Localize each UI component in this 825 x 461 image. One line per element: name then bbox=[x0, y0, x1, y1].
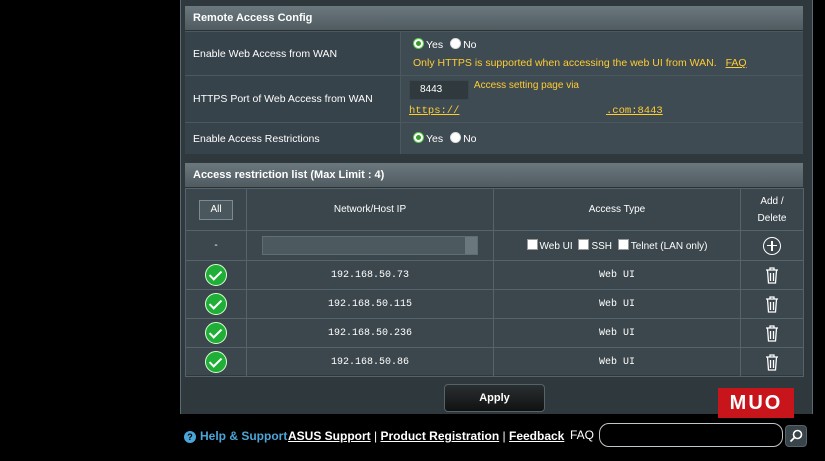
faq-link[interactable]: FAQ bbox=[726, 57, 747, 69]
row-https-port: HTTPS Port of Web Access from WAN 8443 A… bbox=[185, 75, 803, 122]
radio-restrictions-yes-label: Yes bbox=[426, 133, 444, 145]
header-access-type: Access Type bbox=[493, 188, 741, 231]
section-title-remote-access: Remote Access Config bbox=[185, 6, 803, 31]
restriction-list-panel: Access restriction list (Max Limit : 4) … bbox=[185, 163, 804, 377]
radio-web-access-yes-label: Yes bbox=[426, 39, 444, 51]
help-support[interactable]: ? Help & Support bbox=[184, 429, 287, 443]
row-enabled-check-icon[interactable] bbox=[205, 351, 227, 373]
delete-trash-icon[interactable] bbox=[764, 324, 780, 342]
section-title-restriction-list: Access restriction list (Max Limit : 4) bbox=[185, 163, 803, 188]
input-row-ip-cell bbox=[246, 230, 494, 261]
product-registration-link[interactable]: Product Registration bbox=[380, 429, 499, 443]
row-enabled-check-icon[interactable] bbox=[205, 264, 227, 286]
footer-links: ASUS Support | Product Registration | Fe… bbox=[288, 429, 564, 443]
feedback-link[interactable]: Feedback bbox=[509, 429, 564, 443]
radio-web-access-no-label: No bbox=[463, 39, 477, 51]
row-type: Web UI bbox=[493, 347, 741, 377]
radio-restrictions-no-label: No bbox=[463, 133, 477, 145]
access-hint: Access setting page via bbox=[473, 80, 579, 91]
help-support-label: Help & Support bbox=[200, 429, 288, 443]
checkbox-telnet[interactable] bbox=[617, 239, 629, 250]
row-type: Web UI bbox=[493, 289, 741, 319]
asus-support-link[interactable]: ASUS Support bbox=[288, 429, 371, 443]
input-row-add-cell bbox=[740, 230, 804, 261]
table-row: 192.168.50.236 Web UI bbox=[185, 318, 804, 348]
row-web-access: Enable Web Access from WAN Yes No Only H… bbox=[185, 31, 803, 75]
row-enabled-check-icon[interactable] bbox=[205, 293, 227, 315]
search-icon bbox=[789, 429, 803, 443]
add-entry-icon[interactable] bbox=[763, 236, 781, 255]
table-row: 192.168.50.73 Web UI bbox=[185, 260, 804, 290]
remote-access-panel: Remote Access Config Enable Web Access f… bbox=[185, 6, 803, 154]
table-row: 192.168.50.115 Web UI bbox=[185, 289, 804, 319]
https-note: Only HTTPS is supported when accessing t… bbox=[413, 57, 717, 69]
ip-input[interactable] bbox=[262, 236, 478, 255]
footer-separator: | bbox=[502, 429, 506, 443]
access-url-suffix[interactable]: .com:8443 bbox=[606, 105, 663, 117]
faq-search-input[interactable] bbox=[599, 423, 783, 447]
search-button[interactable] bbox=[785, 425, 807, 447]
restriction-table: All Network/Host IP Access Type Add / De… bbox=[185, 188, 804, 377]
delete-trash-icon[interactable] bbox=[764, 266, 780, 284]
delete-trash-icon[interactable] bbox=[764, 295, 780, 313]
checkbox-ssh[interactable] bbox=[578, 239, 590, 250]
row-enabled-check-icon[interactable] bbox=[205, 322, 227, 344]
select-all-button[interactable]: All bbox=[199, 199, 233, 220]
faq-label: FAQ bbox=[570, 428, 595, 442]
help-icon: ? bbox=[184, 431, 196, 443]
checkbox-telnet-label: Telnet (LAN only) bbox=[630, 241, 708, 252]
radio-restrictions-yes[interactable] bbox=[413, 132, 424, 143]
access-url-prefix[interactable]: https:// bbox=[409, 105, 459, 117]
row-ip: 192.168.50.86 bbox=[246, 347, 494, 377]
radio-web-access-yes[interactable] bbox=[413, 38, 424, 49]
header-network-ip: Network/Host IP bbox=[246, 188, 494, 231]
header-add-delete: Add / Delete bbox=[740, 188, 804, 231]
label-https-port: HTTPS Port of Web Access from WAN bbox=[185, 76, 401, 122]
value-access-restrictions: Yes No bbox=[401, 123, 803, 154]
header-delete-label: Delete bbox=[757, 212, 787, 224]
radio-web-access-no[interactable] bbox=[450, 38, 462, 49]
input-row: - Web UI SSH Telnet (LAN only) bbox=[185, 230, 804, 261]
table-row: 192.168.50.86 Web UI bbox=[185, 347, 804, 377]
footer: ? Help & Support ASUS Support | Product R… bbox=[0, 423, 825, 447]
row-ip: 192.168.50.115 bbox=[246, 289, 494, 319]
input-row-dash: - bbox=[185, 230, 247, 261]
header-add-label: Add / bbox=[760, 195, 784, 207]
row-ip: 192.168.50.236 bbox=[246, 318, 494, 348]
https-port-input[interactable]: 8443 bbox=[409, 80, 469, 100]
row-ip: 192.168.50.73 bbox=[246, 260, 494, 290]
delete-trash-icon[interactable] bbox=[764, 353, 780, 371]
input-row-type-cell: Web UI SSH Telnet (LAN only) bbox=[493, 230, 741, 261]
label-access-restrictions: Enable Access Restrictions bbox=[185, 123, 401, 154]
row-access-restrictions: Enable Access Restrictions Yes No bbox=[185, 122, 803, 154]
apply-button[interactable]: Apply bbox=[444, 384, 545, 412]
checkbox-webui[interactable] bbox=[526, 239, 538, 250]
muo-watermark-logo: MUO bbox=[718, 388, 794, 418]
radio-restrictions-no[interactable] bbox=[450, 132, 462, 143]
value-https-port: 8443 Access setting page via https:// .c… bbox=[401, 76, 803, 122]
row-type: Web UI bbox=[493, 260, 741, 290]
table-header-row: All Network/Host IP Access Type Add / De… bbox=[185, 188, 804, 231]
ip-input-spinner[interactable] bbox=[465, 237, 477, 254]
header-all-cell: All bbox=[185, 188, 247, 231]
footer-separator: | bbox=[374, 429, 378, 443]
label-web-access: Enable Web Access from WAN bbox=[185, 32, 401, 75]
checkbox-ssh-label: SSH bbox=[591, 241, 613, 252]
row-type: Web UI bbox=[493, 318, 741, 348]
value-web-access: Yes No Only HTTPS is supported when acce… bbox=[401, 32, 803, 75]
checkbox-webui-label: Web UI bbox=[539, 241, 573, 252]
